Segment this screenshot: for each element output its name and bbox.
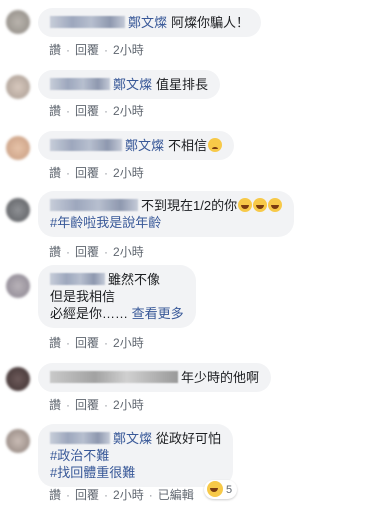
avatar[interactable] bbox=[6, 367, 30, 391]
comment-actions: 讚 · 回覆 · 2小時 bbox=[49, 41, 144, 58]
comment-bubble: 雖然不像 但是我相信 必經是你…… 查看更多 bbox=[38, 265, 196, 328]
timestamp[interactable]: 2小時 bbox=[113, 243, 144, 260]
commenter-name[interactable]: 鄭文燦 bbox=[125, 138, 164, 153]
separator: · bbox=[104, 336, 109, 350]
comment-text: 年少時的他啊 bbox=[181, 370, 260, 385]
see-more-link[interactable]: 查看更多 bbox=[132, 306, 184, 321]
timestamp[interactable]: 2小時 bbox=[113, 164, 144, 181]
reaction-count: 5 bbox=[226, 484, 233, 496]
comment-text: 不到現在1/2的你 bbox=[141, 198, 238, 213]
like-link[interactable]: 讚 bbox=[49, 41, 61, 58]
reply-link[interactable]: 回覆 bbox=[75, 41, 99, 58]
separator: · bbox=[66, 398, 71, 412]
comment-actions: 讚 · 回覆 · 2小時 bbox=[49, 334, 144, 351]
like-link[interactable]: 讚 bbox=[49, 243, 61, 260]
separator: · bbox=[66, 166, 71, 180]
comment-bubble: 鄭文燦 值星排長 bbox=[38, 70, 221, 99]
avatar[interactable] bbox=[6, 198, 30, 222]
comment-text-line: 雖然不像 bbox=[108, 272, 161, 287]
redacted-name bbox=[50, 371, 178, 383]
avatar[interactable] bbox=[6, 274, 30, 298]
comment-bubble: 不到現在1/2的你 #年齡啦我是說年齡 bbox=[38, 191, 295, 237]
like-link[interactable]: 讚 bbox=[49, 486, 61, 503]
comment-text: 值星排長 bbox=[156, 77, 209, 92]
commenter-name[interactable]: 鄭文燦 bbox=[128, 15, 167, 30]
timestamp[interactable]: 2小時 bbox=[113, 486, 144, 503]
separator: · bbox=[66, 104, 71, 118]
comment-bubble: 年少時的他啊 bbox=[38, 363, 272, 392]
comment-text: 不相信 bbox=[168, 138, 208, 153]
separator: · bbox=[104, 43, 109, 57]
haha-reaction-icon bbox=[207, 481, 223, 497]
comment-text-line: 必經是你…… bbox=[50, 306, 129, 321]
reply-link[interactable]: 回覆 bbox=[75, 243, 99, 260]
commenter-name[interactable]: 鄭文燦 bbox=[113, 431, 152, 446]
separator: · bbox=[148, 488, 153, 502]
reaction-summary[interactable]: 5 bbox=[204, 480, 238, 499]
like-link[interactable]: 讚 bbox=[49, 164, 61, 181]
separator: · bbox=[66, 245, 71, 259]
separator: · bbox=[104, 398, 109, 412]
redacted-name bbox=[50, 16, 125, 28]
separator: · bbox=[104, 104, 109, 118]
hashtag-link[interactable]: #年齡啦我是說年齡 bbox=[50, 215, 161, 230]
comment-actions: 讚 · 回覆 · 2小時 · 已編輯 bbox=[49, 486, 194, 503]
comment-bubble: 鄭文燦 阿燦你騙人！ bbox=[38, 8, 262, 37]
separator: · bbox=[66, 43, 71, 57]
reply-link[interactable]: 回覆 bbox=[75, 334, 99, 351]
separator: · bbox=[66, 336, 71, 350]
comment-bubble: 鄭文燦 不相信 bbox=[38, 131, 235, 160]
avatar[interactable] bbox=[6, 10, 30, 34]
hashtag-link[interactable]: #找回體重很難 bbox=[50, 465, 135, 480]
comment-actions: 讚 · 回覆 · 2小時 bbox=[49, 243, 144, 260]
timestamp[interactable]: 2小時 bbox=[113, 102, 144, 119]
redacted-name bbox=[50, 199, 138, 211]
avatar[interactable] bbox=[6, 75, 30, 99]
comment-actions: 讚 · 回覆 · 2小時 bbox=[49, 396, 144, 413]
separator: · bbox=[104, 488, 109, 502]
comment-bubble: 鄭文燦 從政好可怕 #政治不難 #找回體重很難 bbox=[38, 424, 234, 487]
like-link[interactable]: 讚 bbox=[49, 102, 61, 119]
separator: · bbox=[66, 488, 71, 502]
rolling-laughing-icon bbox=[238, 198, 253, 212]
comment-actions: 讚 · 回覆 · 2小時 bbox=[49, 102, 144, 119]
redacted-name bbox=[50, 139, 122, 151]
timestamp[interactable]: 2小時 bbox=[113, 334, 144, 351]
separator: · bbox=[104, 245, 109, 259]
redacted-name bbox=[50, 78, 110, 90]
redacted-name bbox=[50, 432, 110, 444]
timestamp[interactable]: 2小時 bbox=[113, 396, 144, 413]
reply-link[interactable]: 回覆 bbox=[75, 486, 99, 503]
like-link[interactable]: 讚 bbox=[49, 396, 61, 413]
reply-link[interactable]: 回覆 bbox=[75, 396, 99, 413]
comment-text: 阿燦你騙人！ bbox=[171, 15, 250, 30]
comment-actions: 讚 · 回覆 · 2小時 bbox=[49, 164, 144, 181]
separator: · bbox=[104, 166, 109, 180]
like-link[interactable]: 讚 bbox=[49, 334, 61, 351]
reply-link[interactable]: 回覆 bbox=[75, 164, 99, 181]
comment-text: 從政好可怕 bbox=[156, 431, 222, 446]
avatar[interactable] bbox=[6, 429, 30, 453]
reply-link[interactable]: 回覆 bbox=[75, 102, 99, 119]
avatar[interactable] bbox=[6, 136, 30, 160]
timestamp[interactable]: 2小時 bbox=[113, 41, 144, 58]
rolling-laughing-icon bbox=[253, 198, 268, 212]
redacted-name bbox=[50, 273, 105, 285]
rolling-laughing-icon bbox=[268, 198, 283, 212]
commenter-name[interactable]: 鄭文燦 bbox=[113, 77, 152, 92]
edited-label[interactable]: 已編輯 bbox=[158, 486, 194, 503]
worried-face-icon bbox=[208, 138, 223, 152]
comment-text-line: 但是我相信 bbox=[50, 289, 116, 304]
hashtag-link[interactable]: #政治不難 bbox=[50, 448, 109, 463]
